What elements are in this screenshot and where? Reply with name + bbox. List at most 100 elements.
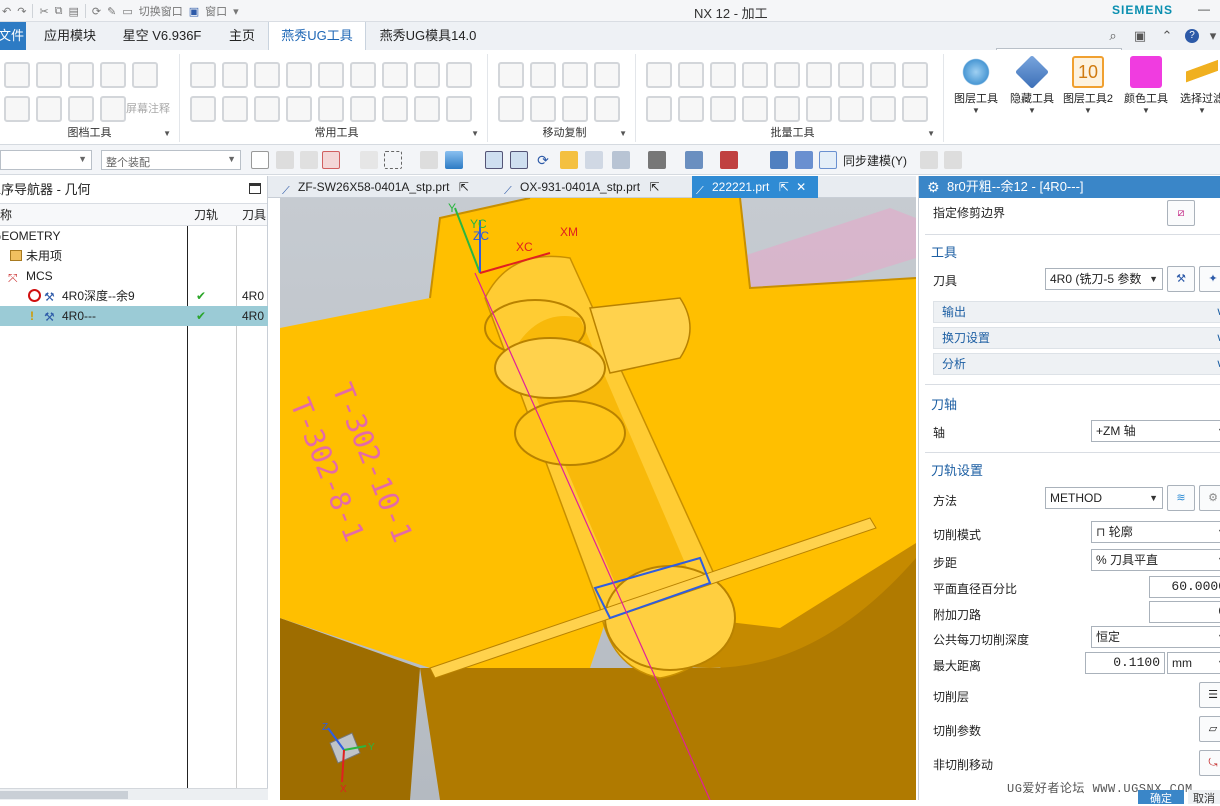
horizontal-scrollbar[interactable]: [0, 788, 268, 800]
tab-application-modules[interactable]: 应用模块: [34, 22, 106, 50]
tool-icon[interactable]: [318, 62, 344, 88]
tool-icon[interactable]: [190, 62, 216, 88]
file-tab-2[interactable]: ⟋ OX-931-0401A_stp.prt ⇱: [500, 176, 690, 198]
hide-tools-button[interactable]: 隐藏工具 ▼: [1004, 52, 1060, 132]
tool-change-section[interactable]: 换刀设置 ∨: [933, 327, 1220, 349]
tool-icon[interactable]: [286, 62, 312, 88]
path-settings-section-title[interactable]: 刀轨设置: [931, 460, 983, 479]
edge-icon[interactable]: [720, 151, 738, 169]
select-icon[interactable]: [420, 151, 438, 169]
copy-icon[interactable]: ⧉: [55, 5, 63, 18]
tool-icon[interactable]: [414, 96, 440, 122]
rotate-icon[interactable]: ⟳: [534, 151, 552, 169]
tool-icon[interactable]: [902, 62, 928, 88]
group-expand-icon[interactable]: ▼: [619, 129, 627, 138]
select-icon[interactable]: [276, 151, 294, 169]
tree-row-unused[interactable]: 未用项: [0, 246, 268, 266]
tool-icon[interactable]: [382, 96, 408, 122]
select-icon[interactable]: [360, 151, 378, 169]
eraser-icon[interactable]: ✎: [107, 5, 116, 18]
output-section[interactable]: 输出 ∨: [933, 301, 1220, 323]
trim-boundary-button[interactable]: ⧄: [1167, 200, 1195, 226]
tool-icon[interactable]: [870, 96, 896, 122]
tool-icon[interactable]: [350, 62, 376, 88]
switch-window-label[interactable]: 切换窗口: [139, 3, 183, 19]
tool-icon[interactable]: [498, 96, 524, 122]
tool-icon[interactable]: [4, 96, 30, 122]
non-cutting-moves-button[interactable]: ⤿: [1199, 750, 1220, 776]
layer-tools-button[interactable]: 图层工具 ▼: [948, 52, 1004, 132]
tool-icon[interactable]: [902, 96, 928, 122]
section-icon[interactable]: [795, 151, 813, 169]
minimize-icon[interactable]: —: [1198, 2, 1210, 16]
tab-xingkong[interactable]: 星空 V6.936F: [114, 22, 210, 50]
tree-row-operation-1[interactable]: ⚒ 4R0深度--余9 ✔ 4R0: [0, 286, 268, 306]
tool-icon[interactable]: [68, 62, 94, 88]
tool-icon[interactable]: [710, 96, 736, 122]
tool-axis-section-title[interactable]: 刀轴: [931, 394, 957, 413]
close-icon[interactable]: ✕: [796, 180, 806, 194]
type-filter-select[interactable]: ▼: [0, 150, 92, 170]
graphics-viewport[interactable]: T-302-10-1 T-302-8-1 Y YC ZC XC XM Z Y X: [280, 198, 916, 800]
collapse-ribbon-icon[interactable]: ⌃: [1158, 27, 1176, 45]
tool-icon[interactable]: [446, 96, 472, 122]
tool-icon[interactable]: [678, 96, 704, 122]
group-expand-icon[interactable]: ▼: [927, 129, 935, 138]
snap-point-icon[interactable]: [322, 151, 340, 169]
cube-select-icon[interactable]: [445, 151, 463, 169]
tool-icon[interactable]: [530, 62, 556, 88]
tool-icon[interactable]: [254, 62, 280, 88]
tool-icon[interactable]: [806, 96, 832, 122]
group-expand-icon[interactable]: ▼: [471, 129, 479, 138]
axis-select[interactable]: +ZM 轴▼: [1091, 420, 1220, 442]
tool-icon[interactable]: [100, 62, 126, 88]
color-tools-button[interactable]: 颜色工具 ▼: [1118, 52, 1174, 132]
tool-icon[interactable]: [350, 96, 376, 122]
save-icon[interactable]: [920, 151, 938, 169]
tool-icon[interactable]: [594, 62, 620, 88]
ok-button[interactable]: 确定: [1138, 790, 1184, 805]
tool-icon[interactable]: [774, 96, 800, 122]
layer-tools-2-button[interactable]: 10 图层工具2 ▼: [1060, 52, 1116, 132]
pan-icon[interactable]: [560, 151, 578, 169]
render-style-icon[interactable]: [648, 151, 666, 169]
select-icon[interactable]: [300, 151, 318, 169]
edit-method-button[interactable]: ≋: [1167, 485, 1195, 511]
max-distance-unit-select[interactable]: mm▼: [1167, 652, 1220, 674]
tool-icon[interactable]: [36, 96, 62, 122]
layout-icon[interactable]: [612, 151, 630, 169]
part-model[interactable]: T-302-10-1 T-302-8-1 Y YC ZC XC XM Z Y X: [280, 198, 916, 800]
cancel-button[interactable]: 取消: [1188, 790, 1220, 805]
tool-icon[interactable]: [742, 96, 768, 122]
tab-yanxiu-ug-mold[interactable]: 燕秀UG模具14.0: [372, 22, 484, 50]
tool-icon[interactable]: [562, 62, 588, 88]
scrollbar-thumb[interactable]: [0, 791, 128, 799]
tool-icon[interactable]: [646, 96, 672, 122]
window-icon[interactable]: ▣: [189, 5, 199, 18]
repeat-command-icon[interactable]: ⟳: [92, 5, 101, 18]
tool-icon[interactable]: [498, 62, 524, 88]
common-depth-select[interactable]: 恒定▼: [1091, 626, 1220, 648]
tool-icon[interactable]: [774, 62, 800, 88]
new-method-button[interactable]: ⚙: [1199, 485, 1220, 511]
tool-icon[interactable]: [742, 62, 768, 88]
tool-icon[interactable]: [838, 62, 864, 88]
chevron-down-icon[interactable]: ▾: [233, 5, 239, 18]
text-filter-icon[interactable]: [251, 151, 269, 169]
save-all-icon[interactable]: [944, 151, 962, 169]
tool-icon[interactable]: [286, 96, 312, 122]
tool-icon[interactable]: [100, 96, 126, 122]
tool-icon[interactable]: [838, 96, 864, 122]
tool-icon[interactable]: [806, 62, 832, 88]
tool-icon[interactable]: [678, 62, 704, 88]
selection-filter-button[interactable]: 选择过滤 ▼: [1174, 52, 1220, 132]
tool-icon[interactable]: [36, 62, 62, 88]
tool-icon[interactable]: [646, 62, 672, 88]
switch-window-icon[interactable]: ▭: [122, 5, 132, 18]
undo-icon[interactable]: ↶: [2, 5, 11, 18]
tool-icon[interactable]: [530, 96, 556, 122]
options-icon[interactable]: ▾: [1204, 27, 1220, 45]
flat-diameter-percent-input[interactable]: 60.0000: [1149, 576, 1220, 598]
view-icon[interactable]: [585, 151, 603, 169]
tool-icon[interactable]: [132, 62, 158, 88]
